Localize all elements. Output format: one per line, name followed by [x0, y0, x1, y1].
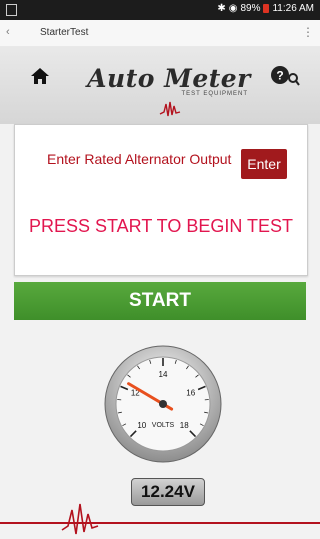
start-prompt: PRESS START TO BEGIN TEST — [28, 216, 294, 236]
clock: 11:26 AM — [272, 3, 314, 14]
bluetooth-icon: ✱ — [217, 3, 226, 14]
brand-logo: Auto Meter TEST EQUIPMENT — [84, 64, 254, 97]
wifi-icon: ◉ — [228, 3, 238, 14]
notification-icon — [6, 4, 17, 16]
gauge-unit-label: VOLTS — [152, 422, 175, 429]
gauge-tick-label: 16 — [186, 389, 195, 398]
enter-button[interactable]: Enter — [241, 149, 287, 179]
battery-icon — [263, 4, 270, 13]
logo-subtitle: TEST EQUIPMENT — [181, 91, 248, 97]
voltage-readout: 12.24V — [131, 478, 205, 506]
logo-text: Auto Meter — [87, 64, 251, 93]
header: Auto Meter TEST EQUIPMENT ? — [0, 46, 320, 124]
voltmeter-gauge: 1012141618 VOLTS — [104, 345, 222, 463]
svg-text:?: ? — [276, 69, 283, 83]
status-bar: ✱ ◉ 89% 11:26 AM — [0, 0, 320, 20]
alternator-output-label: Enter Rated Alternator Output — [47, 151, 232, 167]
waveform-icon — [159, 101, 181, 117]
gauge-hub — [159, 400, 167, 408]
battery-percent: 89% — [240, 3, 261, 14]
gauge-tick-label: 18 — [180, 421, 189, 430]
app-bar: ‹ StarterTest ⋮ — [0, 20, 320, 47]
overflow-menu-icon[interactable]: ⋮ — [302, 25, 314, 39]
gauge-tick-label: 14 — [159, 370, 168, 379]
help-icon[interactable]: ? — [270, 64, 300, 88]
start-button[interactable]: START — [14, 282, 306, 320]
app-title: StarterTest — [40, 27, 89, 38]
gauge-tick-label: 10 — [137, 421, 146, 430]
home-icon[interactable] — [30, 66, 50, 86]
bottom-divider — [0, 522, 320, 524]
back-icon[interactable]: ‹ — [6, 26, 10, 38]
status-right: ✱ ◉ 89% 11:26 AM — [217, 3, 314, 14]
waveform-icon — [61, 503, 99, 535]
test-card: Enter Rated Alternator Output Enter PRES… — [14, 124, 308, 276]
